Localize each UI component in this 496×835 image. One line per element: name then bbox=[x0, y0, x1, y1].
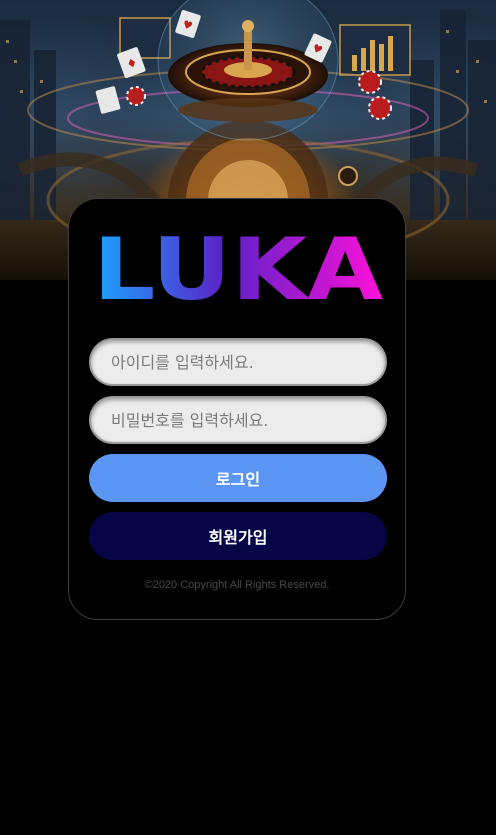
luka-logo: LUKA bbox=[93, 233, 383, 303]
username-input[interactable] bbox=[89, 338, 387, 386]
password-input[interactable] bbox=[89, 396, 387, 444]
login-button[interactable]: 로그인 bbox=[89, 454, 387, 502]
logo-text: LUKA bbox=[93, 233, 383, 303]
copyright-text: ©2020 Copyright All Rights Reserved. bbox=[144, 579, 330, 591]
login-card: LUKA 로그인 회원가입 ©2020 Copyright All Rights… bbox=[68, 198, 406, 620]
signup-button[interactable]: 회원가입 bbox=[89, 512, 387, 560]
login-button-label: 로그인 bbox=[215, 470, 261, 489]
signup-button-label: 회원가입 bbox=[208, 528, 268, 547]
